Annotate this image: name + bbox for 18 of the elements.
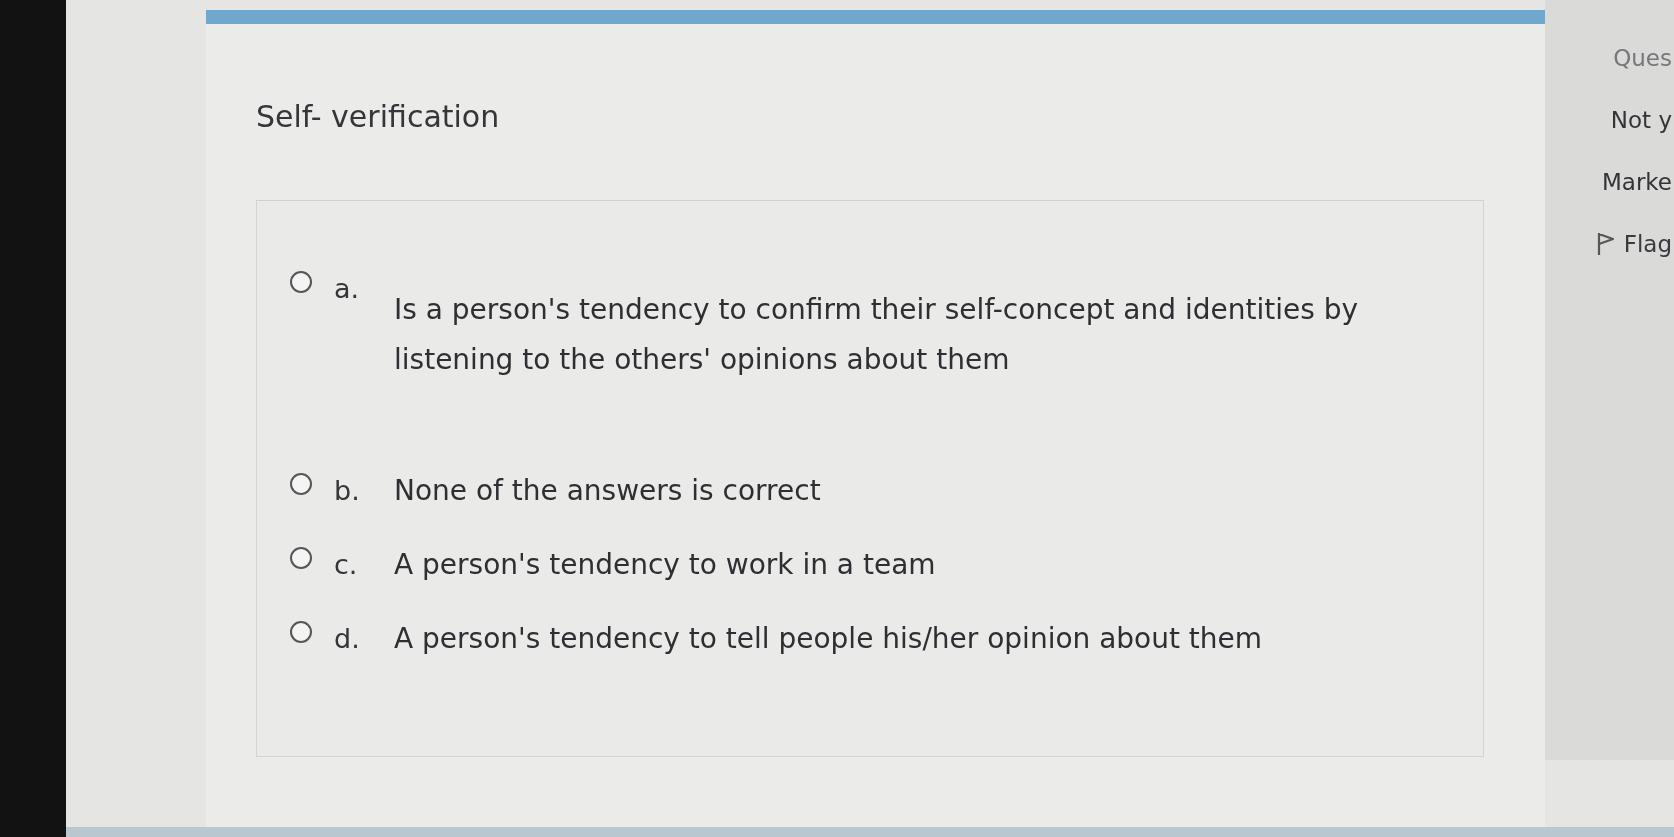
option-letter: a. — [334, 272, 361, 306]
marks-text: Marke — [1601, 168, 1672, 197]
status-text: Not y — [1610, 106, 1672, 135]
option-text: A person's tendency to work in a team — [394, 547, 936, 583]
radio-button[interactable] — [290, 547, 312, 569]
radio-button[interactable] — [290, 473, 312, 495]
question-title: Self- verification — [256, 98, 501, 136]
radio-button[interactable] — [290, 621, 312, 643]
option-letter: b. — [334, 474, 361, 508]
option-letter: c. — [334, 548, 359, 582]
radio-button[interactable] — [290, 271, 312, 293]
option-letter: d. — [334, 622, 361, 656]
option-text: Is a person's tendency to confirm their self-concept and identities by listening to the others' opinions about them — [394, 292, 1360, 378]
flag-icon — [1596, 232, 1615, 256]
flag-question-link[interactable]: Flag — [1596, 229, 1672, 259]
option-text: None of the answers is correct — [394, 473, 821, 509]
option-text: A person's tendency to tell people his/her opinion about them — [394, 621, 1263, 657]
question-label: Ques — [1613, 44, 1672, 73]
